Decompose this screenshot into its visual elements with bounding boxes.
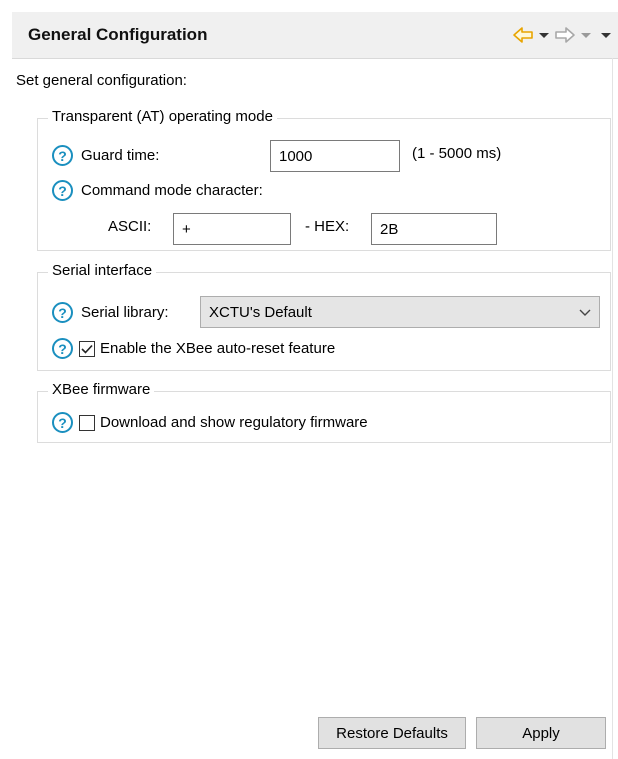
serial-interface-legend: Serial interface: [48, 262, 157, 279]
xbee-firmware-group: XBee firmware ? Download and show regula…: [37, 381, 611, 443]
regulatory-label: Download and show regulatory firmware: [100, 414, 368, 431]
serial-library-value: XCTU's Default: [209, 303, 312, 321]
serial-interface-group: Serial interface ? Serial library: XCTU'…: [37, 262, 611, 371]
ascii-label: ASCII:: [108, 218, 152, 235]
guard-time-input[interactable]: [270, 140, 400, 172]
guard-time-help-icon[interactable]: ?: [52, 145, 73, 166]
regulatory-help-icon[interactable]: ?: [52, 412, 73, 433]
regulatory-checkbox[interactable]: [79, 414, 95, 431]
hex-label: - HEX:: [305, 218, 350, 235]
back-arrow-icon[interactable]: [512, 26, 534, 44]
xbee-firmware-legend: XBee firmware: [48, 381, 155, 398]
hex-input[interactable]: [371, 213, 497, 245]
guard-time-label: Guard time:: [81, 147, 160, 164]
transparent-mode-group: Transparent (AT) operating mode ? Guard …: [37, 108, 611, 251]
command-char-help-icon[interactable]: ?: [52, 180, 73, 201]
checkmark-icon: [81, 344, 93, 354]
restore-defaults-button[interactable]: Restore Defaults: [318, 717, 466, 749]
back-dropdown-icon[interactable]: [538, 30, 550, 40]
serial-library-help-icon[interactable]: ?: [52, 302, 73, 323]
serial-library-select[interactable]: XCTU's Default: [200, 296, 600, 328]
forward-arrow-icon[interactable]: [554, 26, 576, 44]
nav-toolbar: [512, 24, 612, 46]
serial-library-label: Serial library:: [81, 304, 169, 321]
intro-text: Set general configuration:: [16, 72, 187, 89]
page-title: General Configuration: [28, 25, 208, 44]
chevron-down-icon: [579, 304, 591, 321]
auto-reset-help-icon[interactable]: ?: [52, 338, 73, 359]
apply-button[interactable]: Apply: [476, 717, 606, 749]
command-char-label: Command mode character:: [81, 182, 263, 199]
auto-reset-label: Enable the XBee auto-reset feature: [100, 340, 336, 357]
page-header: General Configuration: [12, 12, 618, 59]
guard-time-range: (1 - 5000 ms): [412, 145, 502, 162]
transparent-mode-legend: Transparent (AT) operating mode: [48, 108, 277, 125]
ascii-input[interactable]: [173, 213, 291, 245]
preferences-content: Set general configuration: Transparent (…: [16, 58, 614, 759]
auto-reset-checkbox[interactable]: [79, 340, 95, 357]
view-menu-icon[interactable]: [600, 30, 612, 40]
forward-dropdown-icon[interactable]: [580, 30, 592, 40]
